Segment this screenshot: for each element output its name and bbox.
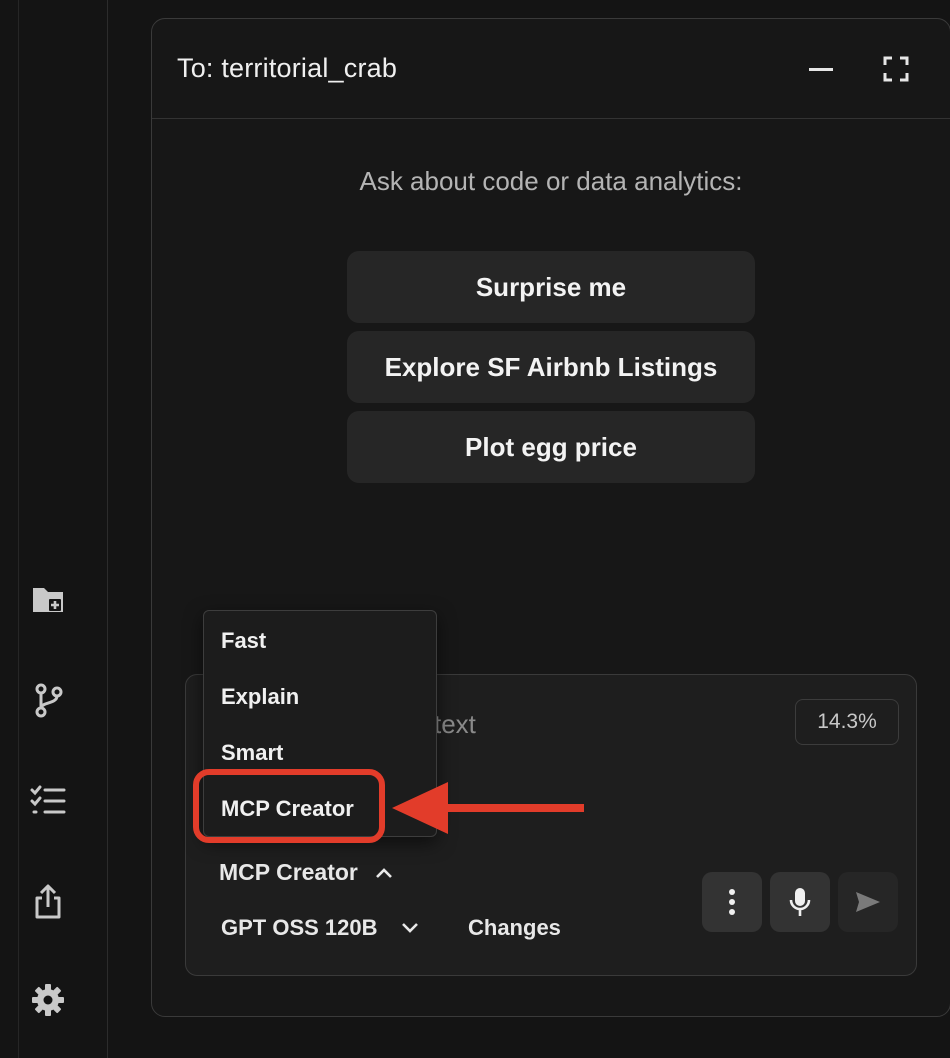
recipient-label: To: territorial_crab	[177, 53, 398, 83]
minimize-icon	[809, 68, 833, 71]
chevron-down-icon	[401, 923, 418, 933]
more-vertical-icon	[729, 889, 735, 915]
branch-icon	[35, 683, 63, 718]
share-icon	[35, 884, 61, 919]
annotation-arrow-icon	[392, 782, 584, 834]
model-label: GPT OSS 120B	[221, 915, 378, 940]
fullscreen-button[interactable]	[876, 49, 916, 89]
chat-panel: To: territorial_crab Ask about code or d…	[151, 18, 950, 1017]
new-folder-button[interactable]	[22, 573, 74, 625]
tasks-button[interactable]	[22, 774, 74, 826]
prompt-heading: Ask about code or data analytics:	[359, 166, 743, 196]
more-options-button[interactable]	[702, 872, 762, 932]
menu-item-smart[interactable]: Smart	[221, 740, 283, 766]
menu-item-fast[interactable]: Fast	[221, 628, 266, 654]
checklist-icon	[30, 785, 66, 814]
sidebar-divider	[18, 0, 19, 1058]
new-folder-icon	[33, 588, 63, 612]
annotation-highlight-box	[193, 769, 385, 843]
mode-selector[interactable]: MCP Creator	[219, 859, 394, 886]
chevron-up-icon	[375, 867, 392, 878]
suggestion-plot-egg-price[interactable]: Plot egg price	[347, 411, 755, 483]
composer-placeholder: text	[434, 709, 476, 739]
suggestion-surprise-me[interactable]: Surprise me	[347, 251, 755, 323]
left-sidebar	[0, 0, 108, 1058]
settings-button[interactable]	[22, 974, 74, 1026]
app-window: To: territorial_crab Ask about code or d…	[0, 0, 950, 1058]
suggestion-explore-airbnb[interactable]: Explore SF Airbnb Listings	[347, 331, 755, 403]
voice-input-button[interactable]	[770, 872, 830, 932]
mode-selected-label: MCP Creator	[219, 859, 358, 885]
send-icon	[856, 892, 880, 912]
minimize-button[interactable]	[801, 49, 841, 89]
model-selector[interactable]: GPT OSS 120B	[221, 915, 420, 941]
chat-header: To: territorial_crab	[152, 19, 950, 119]
fullscreen-icon	[883, 56, 909, 82]
context-usage-badge: 14.3%	[795, 699, 899, 745]
changes-button[interactable]: Changes	[468, 915, 561, 941]
branches-button[interactable]	[22, 674, 74, 726]
microphone-icon	[789, 888, 811, 916]
gear-icon	[32, 984, 64, 1016]
share-button[interactable]	[22, 876, 74, 928]
send-button[interactable]	[838, 872, 898, 932]
menu-item-explain[interactable]: Explain	[221, 684, 299, 710]
